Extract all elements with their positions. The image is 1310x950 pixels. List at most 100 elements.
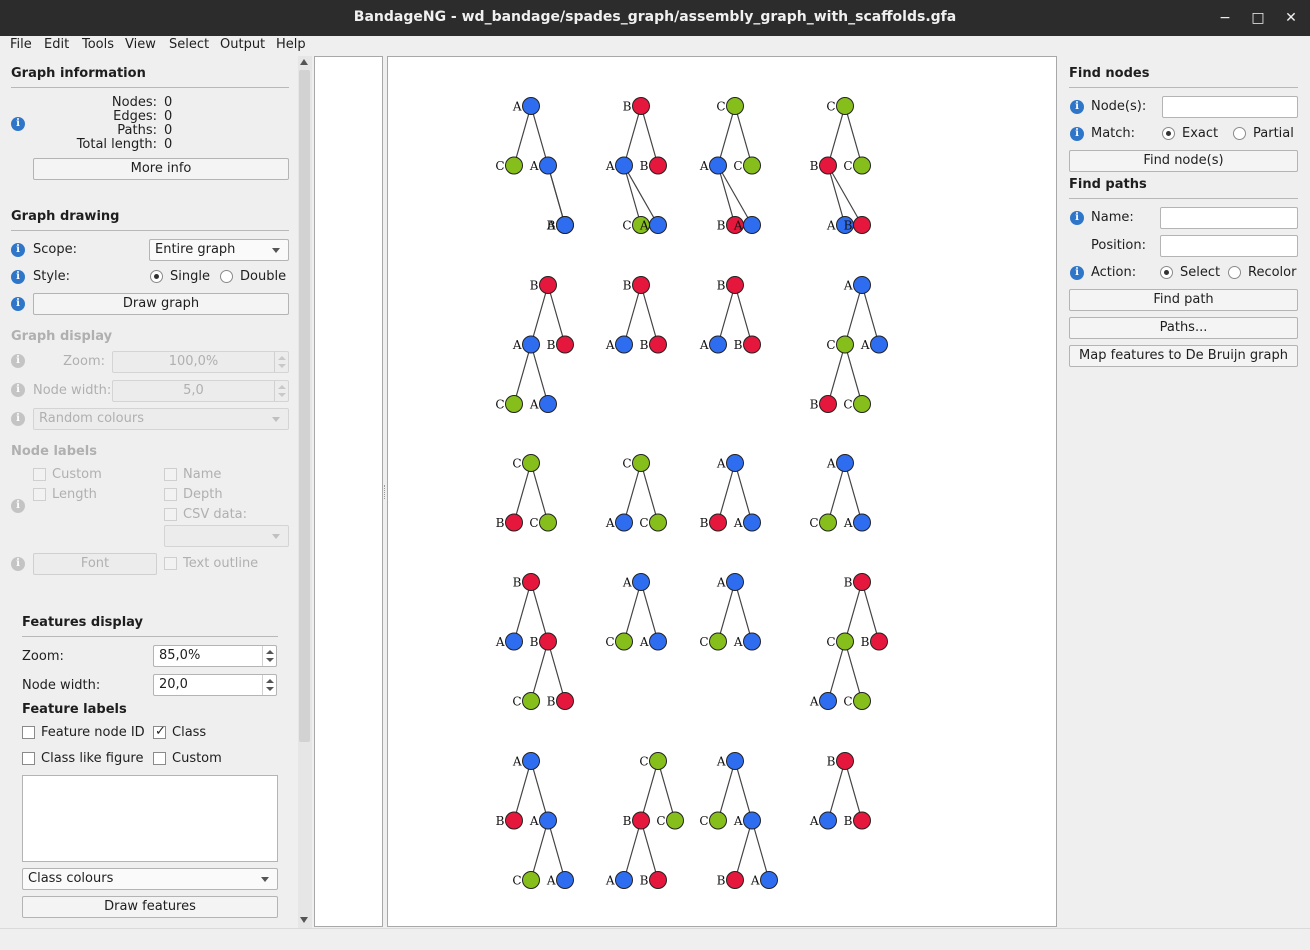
- tree-node[interactable]: [709, 513, 727, 532]
- tree-node[interactable]: [760, 871, 778, 889]
- colour-scheme-dropdown[interactable]: Random colours: [33, 408, 289, 430]
- path-name-input[interactable]: [1160, 207, 1298, 229]
- tree-node[interactable]: [853, 156, 871, 175]
- length-label-checkbox[interactable]: [33, 488, 46, 501]
- text-outline-checkbox[interactable]: [164, 557, 177, 570]
- tree-node[interactable]: [649, 513, 667, 532]
- find-path-button[interactable]: Find path: [1069, 289, 1298, 311]
- tree-node[interactable]: [819, 395, 837, 413]
- tree-node[interactable]: [522, 871, 540, 889]
- tree-node[interactable]: [726, 871, 744, 889]
- maximize-button[interactable]: □: [1245, 6, 1271, 30]
- tree-node[interactable]: [819, 156, 837, 175]
- tree-node[interactable]: [649, 871, 667, 889]
- tree-node[interactable]: [819, 692, 837, 710]
- tree-node[interactable]: [853, 216, 871, 234]
- features-zoom-spinbox[interactable]: 85,0%: [153, 645, 277, 667]
- tree-node[interactable]: [743, 216, 761, 234]
- action-recolor-radio[interactable]: [1228, 266, 1241, 279]
- info-icon[interactable]: i: [1070, 127, 1084, 141]
- tree-node[interactable]: [615, 632, 633, 651]
- map-features-button[interactable]: Map features to De Bruijn graph: [1069, 345, 1298, 367]
- node-width-spinbox[interactable]: 5,0: [112, 380, 289, 402]
- features-view[interactable]: ACABABABCACACBACBCABBABCABABBABACABCCBCC…: [387, 56, 1057, 927]
- left-panel-scrollbar[interactable]: [298, 56, 312, 928]
- tree-node[interactable]: [853, 276, 871, 294]
- tree-node[interactable]: [505, 156, 523, 175]
- match-partial-radio[interactable]: [1233, 127, 1246, 140]
- scroll-up-icon[interactable]: [300, 59, 308, 65]
- tree-node[interactable]: [743, 156, 761, 175]
- tree-node[interactable]: [819, 811, 837, 830]
- tree-node[interactable]: [743, 811, 761, 830]
- info-icon[interactable]: i: [11, 297, 25, 311]
- tree-node[interactable]: [632, 97, 650, 115]
- menu-view[interactable]: View: [125, 37, 156, 52]
- tree-node[interactable]: [836, 752, 854, 770]
- info-icon[interactable]: i: [1070, 211, 1084, 225]
- scrollbar-thumb[interactable]: [299, 70, 310, 742]
- menu-tools[interactable]: Tools: [82, 37, 114, 52]
- tree-node[interactable]: [505, 395, 523, 413]
- info-icon[interactable]: i: [1070, 100, 1084, 114]
- tree-node[interactable]: [632, 811, 650, 830]
- tree-node[interactable]: [709, 632, 727, 651]
- tree-node[interactable]: [649, 752, 667, 770]
- menu-edit[interactable]: Edit: [44, 37, 69, 52]
- custom-label-checkbox[interactable]: [33, 468, 46, 481]
- class-like-figure-checkbox[interactable]: [22, 752, 35, 765]
- feature-trees-canvas[interactable]: AC ABABA BC ACA CB ACB CA BBA BC ABA BBA BAC AB CCB CC…: [388, 57, 1056, 926]
- draw-graph-button[interactable]: Draw graph: [33, 293, 289, 315]
- tree-node[interactable]: [743, 632, 761, 651]
- class-checkbox[interactable]: [153, 724, 166, 739]
- style-single-radio[interactable]: [150, 270, 163, 283]
- splitter-handle[interactable]: [384, 485, 386, 499]
- tree-node[interactable]: [505, 811, 523, 830]
- feature-node-id-checkbox[interactable]: [22, 726, 35, 739]
- tree-node[interactable]: [853, 513, 871, 532]
- features-node-width-spinbox[interactable]: 20,0: [153, 674, 277, 696]
- tree-node[interactable]: [649, 632, 667, 651]
- tree-node[interactable]: [632, 454, 650, 472]
- info-icon[interactable]: i: [11, 243, 25, 257]
- depth-label-checkbox[interactable]: [164, 488, 177, 501]
- tree-node[interactable]: [726, 752, 744, 770]
- custom-feature-label-checkbox[interactable]: [153, 752, 166, 765]
- draw-features-button[interactable]: Draw features: [22, 896, 278, 918]
- tree-node[interactable]: [522, 454, 540, 472]
- tree-node[interactable]: [556, 871, 574, 889]
- tree-node[interactable]: [709, 335, 727, 354]
- custom-labels-textarea[interactable]: [22, 775, 278, 862]
- tree-node[interactable]: [853, 692, 871, 710]
- tree-node[interactable]: [649, 216, 667, 234]
- tree-node[interactable]: [522, 573, 540, 591]
- tree-node[interactable]: [505, 632, 523, 651]
- menu-file[interactable]: File: [10, 37, 32, 52]
- tree-node[interactable]: [726, 454, 744, 472]
- tree-node[interactable]: [666, 811, 684, 830]
- tree-node[interactable]: [709, 156, 727, 175]
- scroll-down-icon[interactable]: [300, 917, 308, 923]
- class-colours-dropdown[interactable]: Class colours: [22, 868, 278, 890]
- tree-node[interactable]: [870, 632, 888, 651]
- tree-node[interactable]: [632, 573, 650, 591]
- tree-node[interactable]: [539, 156, 557, 175]
- tree-node[interactable]: [649, 335, 667, 354]
- tree-node[interactable]: [743, 513, 761, 532]
- tree-node[interactable]: [853, 395, 871, 413]
- tree-node[interactable]: [836, 335, 854, 354]
- style-double-radio[interactable]: [220, 270, 233, 283]
- tree-node[interactable]: [539, 811, 557, 830]
- tree-node[interactable]: [615, 513, 633, 532]
- graph-view[interactable]: [314, 56, 383, 927]
- info-icon[interactable]: i: [11, 270, 25, 284]
- tree-node[interactable]: [836, 97, 854, 115]
- tree-node[interactable]: [726, 276, 744, 294]
- tree-node[interactable]: [522, 692, 540, 710]
- minimize-button[interactable]: −: [1212, 6, 1238, 30]
- tree-node[interactable]: [539, 395, 557, 413]
- csv-data-checkbox[interactable]: [164, 508, 177, 521]
- menu-help[interactable]: Help: [276, 37, 306, 52]
- find-nodes-button[interactable]: Find node(s): [1069, 150, 1298, 172]
- tree-node[interactable]: [539, 276, 557, 294]
